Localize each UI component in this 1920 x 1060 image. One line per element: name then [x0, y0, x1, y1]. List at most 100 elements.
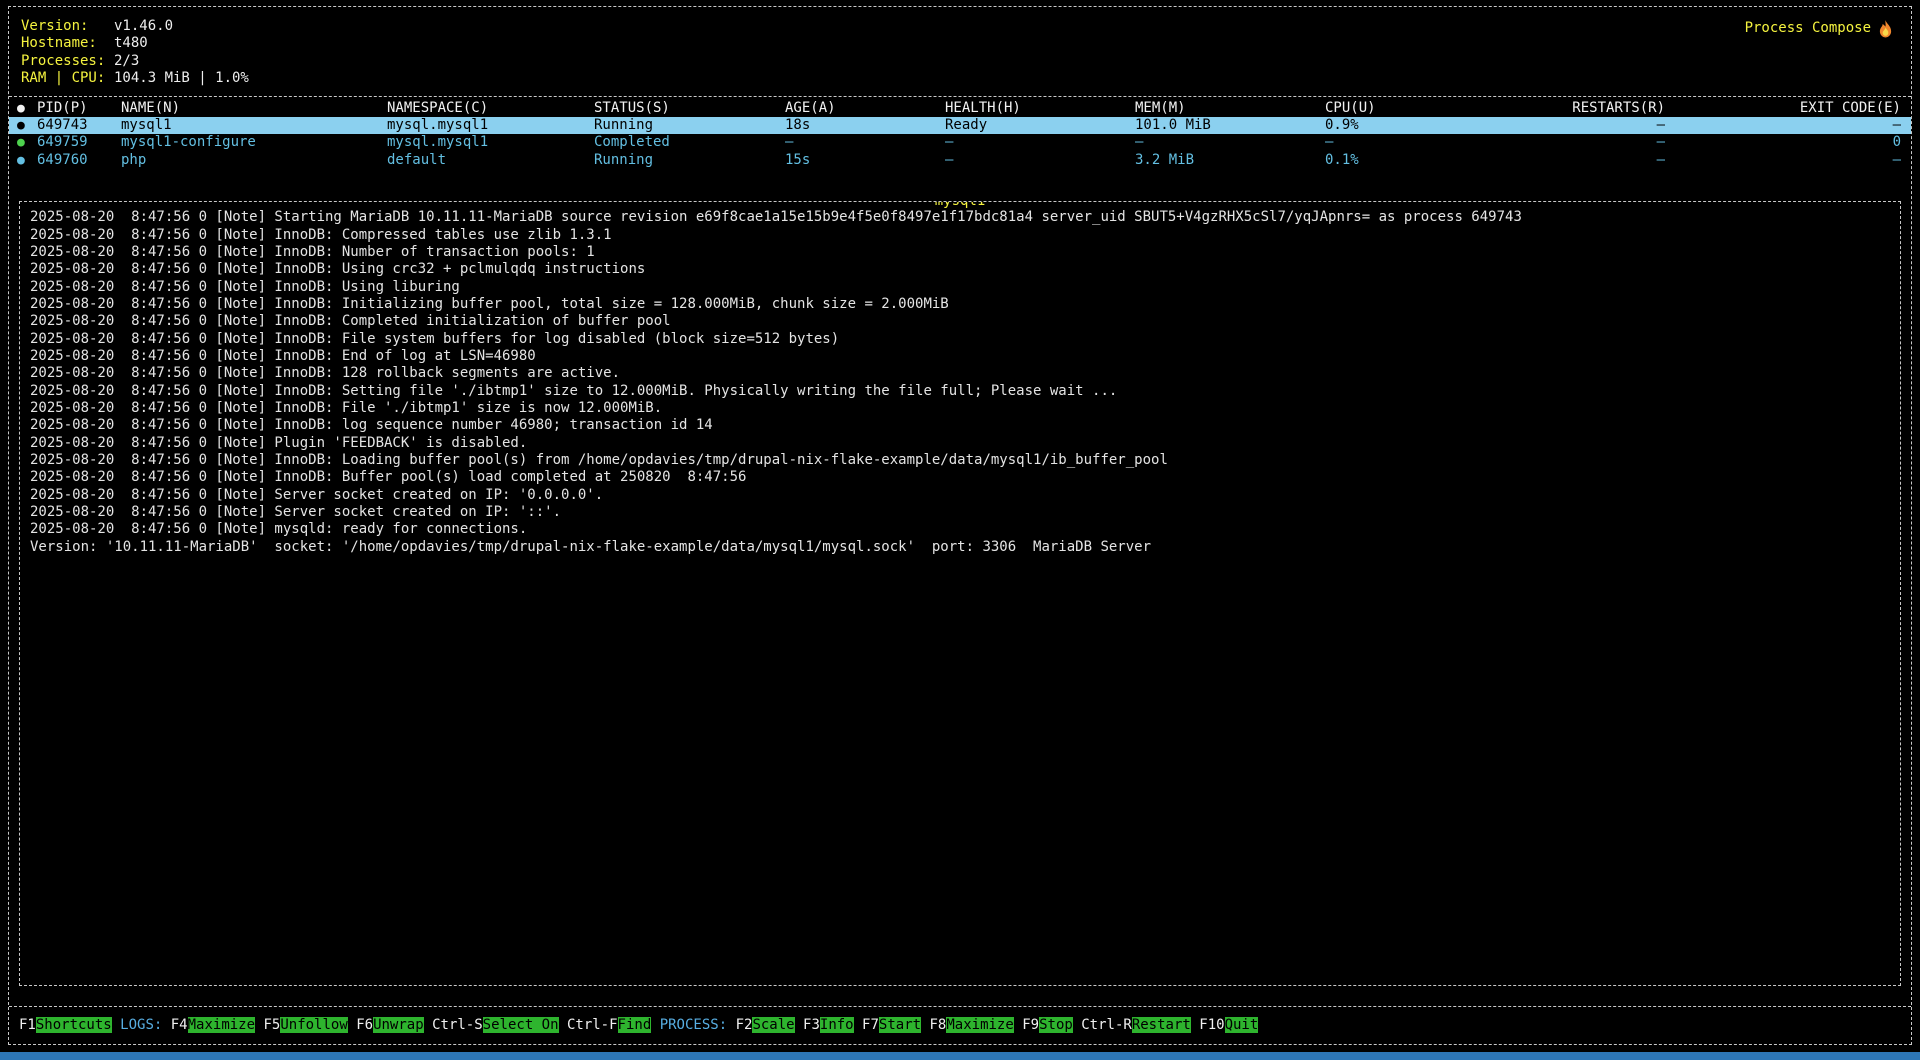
version-line: Version:v1.46.0 — [21, 18, 249, 35]
log-line: 2025-08-20 8:47:56 0 [Note] InnoDB: Sett… — [30, 383, 1890, 400]
cell-pid: 649759 — [37, 134, 121, 151]
cell-restarts: – — [1489, 152, 1665, 169]
shortcut-key: F5 — [263, 1017, 280, 1033]
shortcut-action-button[interactable]: Scale — [752, 1017, 794, 1033]
log-line: 2025-08-20 8:47:56 0 [Note] InnoDB: Load… — [30, 452, 1890, 469]
col-namespace[interactable]: NAMESPACE(C) — [387, 100, 594, 117]
cell-age: 18s — [785, 117, 945, 134]
process-status-dot-icon: ● — [17, 134, 37, 151]
shortcut-key: F6 — [356, 1017, 373, 1033]
shortcut-key: Ctrl-R — [1081, 1017, 1132, 1033]
log-line: 2025-08-20 8:47:56 0 [Note] Server socke… — [30, 487, 1890, 504]
col-mem[interactable]: MEM(M) — [1135, 100, 1325, 117]
col-age[interactable]: AGE(A) — [785, 100, 945, 117]
log-line: 2025-08-20 8:47:56 0 [Note] InnoDB: File… — [30, 331, 1890, 348]
process-row[interactable]: ●649760phpdefaultRunning15s–3.2 MiB0.1%–… — [9, 152, 1911, 169]
cell-cpu: 0.1% — [1325, 152, 1489, 169]
col-cpu[interactable]: CPU(U) — [1325, 100, 1489, 117]
cell-restarts: – — [1489, 134, 1665, 151]
shortcut-action-button[interactable]: Find — [618, 1017, 652, 1033]
cell-exit-code: – — [1665, 117, 1901, 134]
cell-health: Ready — [945, 117, 1135, 134]
log-line: 2025-08-20 8:47:56 0 [Note] InnoDB: Buff… — [30, 469, 1890, 486]
processes-value: 2/3 — [114, 53, 139, 69]
col-status[interactable]: STATUS(S) — [594, 100, 785, 117]
app-title-text: Process Compose — [1745, 20, 1871, 36]
shortcut-key: F10 — [1199, 1017, 1224, 1033]
col-name[interactable]: NAME(N) — [121, 100, 387, 117]
cell-status: Running — [594, 152, 785, 169]
cell-cpu: 0.9% — [1325, 117, 1489, 134]
process-table-body: ●649743mysql1mysql.mysql1Running18sReady… — [9, 117, 1911, 169]
system-info: Version:v1.46.0 Hostname:t480 Processes:… — [21, 18, 249, 88]
shortcut-action-button[interactable]: Start — [879, 1017, 921, 1033]
shortcut-key: F7 — [862, 1017, 879, 1033]
shortcut-action-button[interactable]: Unwrap — [373, 1017, 424, 1033]
app-title: Process Compose — [1745, 18, 1899, 88]
shortcut-key: Ctrl-S — [432, 1017, 483, 1033]
shortcut-key: F1 — [19, 1017, 36, 1033]
log-line: 2025-08-20 8:47:56 0 [Note] Plugin 'FEED… — [30, 435, 1890, 452]
hostname-label: Hostname: — [21, 35, 114, 52]
shortcut-key: F8 — [930, 1017, 947, 1033]
log-panel-title: mysql1 — [934, 201, 987, 210]
log-line: 2025-08-20 8:47:56 0 [Note] InnoDB: Numb… — [30, 244, 1890, 261]
log-line: 2025-08-20 8:47:56 0 [Note] InnoDB: Usin… — [30, 261, 1890, 278]
cell-health: – — [945, 152, 1135, 169]
process-status-dot-icon: ● — [17, 152, 37, 169]
log-lines: 2025-08-20 8:47:56 0 [Note] Starting Mar… — [30, 209, 1890, 556]
shortcut-action-button[interactable]: Maximize — [188, 1017, 255, 1033]
cell-name: mysql1-configure — [121, 134, 387, 151]
process-row[interactable]: ●649743mysql1mysql.mysql1Running18sReady… — [9, 117, 1911, 134]
col-pid[interactable]: PID(P) — [37, 100, 121, 117]
cell-status: Running — [594, 117, 785, 134]
cell-namespace: mysql.mysql1 — [387, 134, 594, 151]
cell-age: 15s — [785, 152, 945, 169]
shortcut-group-label: PROCESS: — [660, 1017, 727, 1033]
log-line: 2025-08-20 8:47:56 0 [Note] InnoDB: Comp… — [30, 313, 1890, 330]
process-table-header: ● PID(P) NAME(N) NAMESPACE(C) STATUS(S) … — [9, 100, 1911, 117]
shortcut-key: F9 — [1022, 1017, 1039, 1033]
col-health[interactable]: HEALTH(H) — [945, 100, 1135, 117]
cell-status: Completed — [594, 134, 785, 151]
shortcut-action-button[interactable]: Unfollow — [280, 1017, 347, 1033]
bottom-strip — [0, 1052, 1920, 1060]
shortcut-action-button[interactable]: Restart — [1132, 1017, 1191, 1033]
ram-cpu-label: RAM | CPU: — [21, 70, 114, 87]
shortcut-action-button[interactable]: Info — [820, 1017, 854, 1033]
col-exit-code[interactable]: EXIT CODE(E) — [1665, 100, 1901, 117]
processes-line: Processes:2/3 — [21, 53, 249, 70]
log-line: 2025-08-20 8:47:56 0 [Note] InnoDB: File… — [30, 400, 1890, 417]
log-panel[interactable]: mysql1 2025-08-20 8:47:56 0 [Note] Start… — [19, 201, 1901, 986]
cell-pid: 649743 — [37, 117, 121, 134]
shortcut-action-button[interactable]: Maximize — [946, 1017, 1013, 1033]
header: Version:v1.46.0 Hostname:t480 Processes:… — [9, 7, 1911, 96]
log-line: 2025-08-20 8:47:56 0 [Note] InnoDB: End … — [30, 348, 1890, 365]
shortcut-action-button[interactable]: Quit — [1225, 1017, 1259, 1033]
process-table: ● PID(P) NAME(N) NAMESPACE(C) STATUS(S) … — [9, 96, 1911, 176]
version-value: v1.46.0 — [114, 18, 173, 34]
cell-mem: 101.0 MiB — [1135, 117, 1325, 134]
shortcut-key: Ctrl-F — [567, 1017, 618, 1033]
cell-name: mysql1 — [121, 117, 387, 134]
shortcut-key: F4 — [171, 1017, 188, 1033]
processes-label: Processes: — [21, 53, 114, 70]
shortcut-action-button[interactable]: Shortcuts — [36, 1017, 112, 1033]
hostname-value: t480 — [114, 35, 148, 51]
ram-cpu-value: 104.3 MiB | 1.0% — [114, 70, 249, 86]
log-line: 2025-08-20 8:47:56 0 [Note] InnoDB: Comp… — [30, 227, 1890, 244]
process-status-dot-icon: ● — [17, 117, 37, 134]
log-line: 2025-08-20 8:47:56 0 [Note] mysqld: read… — [30, 521, 1890, 538]
hostname-line: Hostname:t480 — [21, 35, 249, 52]
shortcut-group-label: LOGS: — [120, 1017, 162, 1033]
shortcut-action-button[interactable]: Select On — [483, 1017, 559, 1033]
col-restarts[interactable]: RESTARTS(R) — [1489, 100, 1665, 117]
cell-mem: 3.2 MiB — [1135, 152, 1325, 169]
header-dot-icon: ● — [17, 100, 37, 117]
process-row[interactable]: ●649759mysql1-configuremysql.mysql1Compl… — [9, 134, 1911, 151]
process-compose-window: Version:v1.46.0 Hostname:t480 Processes:… — [8, 6, 1912, 1045]
cell-pid: 649760 — [37, 152, 121, 169]
cell-restarts: – — [1489, 117, 1665, 134]
shortcut-action-button[interactable]: Stop — [1039, 1017, 1073, 1033]
cell-exit-code: 0 — [1665, 134, 1901, 151]
